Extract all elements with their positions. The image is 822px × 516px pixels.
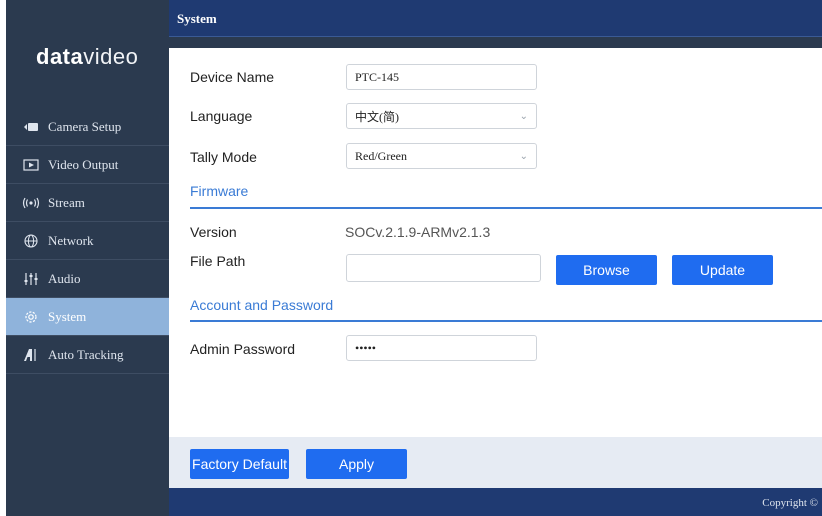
chevron-down-icon: ⌄ <box>519 150 528 162</box>
admin-password-label: Admin Password <box>190 341 296 357</box>
firmware-section-title: Firmware <box>190 183 249 199</box>
audio-icon <box>20 272 42 286</box>
sidebar-item-network[interactable]: Network <box>6 222 169 260</box>
account-divider <box>190 320 822 322</box>
tally-mode-select[interactable]: Red/Green ⌄ <box>346 143 537 169</box>
factory-default-button[interactable]: Factory Default <box>190 449 289 479</box>
sidebar-nav: Camera Setup Video Output Stream Network… <box>6 108 169 374</box>
gear-icon <box>20 310 42 324</box>
chevron-down-icon: ⌄ <box>519 110 528 122</box>
apply-button[interactable]: Apply <box>306 449 407 479</box>
auto-tracking-icon <box>20 348 42 362</box>
version-label: Version <box>190 224 237 240</box>
device-name-label: Device Name <box>190 69 275 85</box>
sidebar-item-label: Auto Tracking <box>48 346 124 362</box>
sidebar-item-label: Video Output <box>48 156 119 172</box>
version-value: SOCv.2.1.9-ARMv2.1.3 <box>345 224 491 240</box>
datavideo-logo: datavideo <box>36 44 139 69</box>
sidebar-item-label: Stream <box>48 194 85 210</box>
sidebar-item-camera-setup[interactable]: Camera Setup <box>6 108 169 146</box>
sidebar-item-stream[interactable]: Stream <box>6 184 169 222</box>
page-title: System <box>177 11 217 26</box>
device-name-input[interactable]: PTC-145 <box>346 64 537 90</box>
sidebar-item-audio[interactable]: Audio <box>6 260 169 298</box>
browse-button[interactable]: Browse <box>556 255 657 285</box>
language-label: Language <box>190 108 253 124</box>
language-value: 中文(简) <box>355 109 399 124</box>
sidebar-item-video-output[interactable]: Video Output <box>6 146 169 184</box>
network-icon <box>20 233 42 248</box>
stream-icon <box>20 197 42 209</box>
file-path-label: File Path <box>190 253 246 269</box>
sidebar-item-label: Network <box>48 232 94 248</box>
copyright-text: Copyright © <box>762 497 818 509</box>
system-settings-panel: Device Name PTC-145 Language 中文(简) ⌄ Tal… <box>169 48 822 437</box>
header-bar: System <box>169 0 822 37</box>
sidebar-item-label: Audio <box>48 270 81 286</box>
account-section-title: Account and Password <box>190 297 334 313</box>
footer-strip: Copyright © <box>169 488 822 516</box>
video-output-icon <box>20 158 42 171</box>
header-divider <box>169 37 822 48</box>
tally-mode-value: Red/Green <box>355 148 407 163</box>
action-bar: Factory Default Apply <box>169 437 822 488</box>
device-name-value: PTC-145 <box>355 69 400 84</box>
camera-icon <box>20 121 42 133</box>
sidebar-item-label: Camera Setup <box>48 118 122 134</box>
admin-password-value: ••••• <box>355 340 377 355</box>
file-path-input[interactable] <box>346 254 541 282</box>
sidebar-item-auto-tracking[interactable]: Auto Tracking <box>6 336 169 374</box>
language-select[interactable]: 中文(简) ⌄ <box>346 103 537 129</box>
admin-password-input[interactable]: ••••• <box>346 335 537 361</box>
update-button[interactable]: Update <box>672 255 773 285</box>
sidebar-item-system[interactable]: System <box>6 298 169 336</box>
firmware-divider <box>190 207 822 209</box>
sidebar-item-label: System <box>48 308 87 324</box>
sidebar: datavideo Camera Setup Video Output Stre… <box>6 0 169 516</box>
tally-mode-label: Tally Mode <box>190 149 257 165</box>
